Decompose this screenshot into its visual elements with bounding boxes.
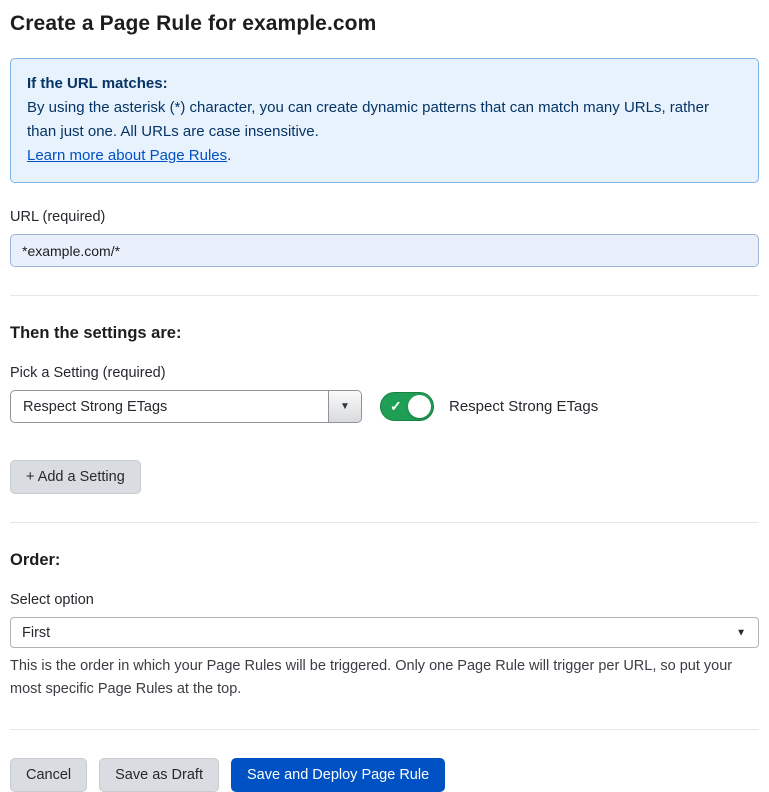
page-rule-form: Create a Page Rule for example.com If th… [0,0,769,792]
setting-dropdown-value: Respect Strong ETags [11,391,328,422]
url-match-info-box: If the URL matches: By using the asteris… [10,58,759,183]
toggle-knob [408,395,431,418]
cancel-button[interactable]: Cancel [10,758,87,792]
info-box-heading: If the URL matches: [27,72,742,96]
info-box-body: By using the asterisk (*) character, you… [27,96,742,144]
page-title: Create a Page Rule for example.com [10,12,759,36]
order-heading: Order: [10,551,759,570]
chevron-down-icon[interactable]: ▼ [328,391,361,422]
info-box-link-line: Learn more about Page Rules. [27,144,742,168]
check-icon: ✓ [390,398,402,415]
link-suffix: . [227,147,231,164]
order-select-value: First [22,625,50,641]
pick-setting-label: Pick a Setting (required) [10,365,759,381]
add-setting-button[interactable]: + Add a Setting [10,460,141,494]
url-label: URL (required) [10,209,759,225]
learn-more-link[interactable]: Learn more about Page Rules [27,147,227,164]
divider [10,729,759,730]
setting-dropdown[interactable]: Respect Strong ETags ▼ [10,390,362,423]
setting-row: Respect Strong ETags ▼ ✓ Respect Strong … [10,390,759,423]
save-draft-button[interactable]: Save as Draft [99,758,219,792]
etags-toggle[interactable]: ✓ [380,392,434,421]
save-deploy-button[interactable]: Save and Deploy Page Rule [231,758,445,792]
chevron-down-icon: ▼ [736,627,746,638]
toggle-label: Respect Strong ETags [449,398,598,415]
divider [10,295,759,296]
settings-heading: Then the settings are: [10,324,759,343]
footer-actions: Cancel Save as Draft Save and Deploy Pag… [10,758,759,792]
order-select-label: Select option [10,592,759,608]
order-select[interactable]: First ▼ [10,617,759,648]
url-input[interactable] [10,234,759,267]
divider [10,522,759,523]
order-help-text: This is the order in which your Page Rul… [10,655,755,701]
